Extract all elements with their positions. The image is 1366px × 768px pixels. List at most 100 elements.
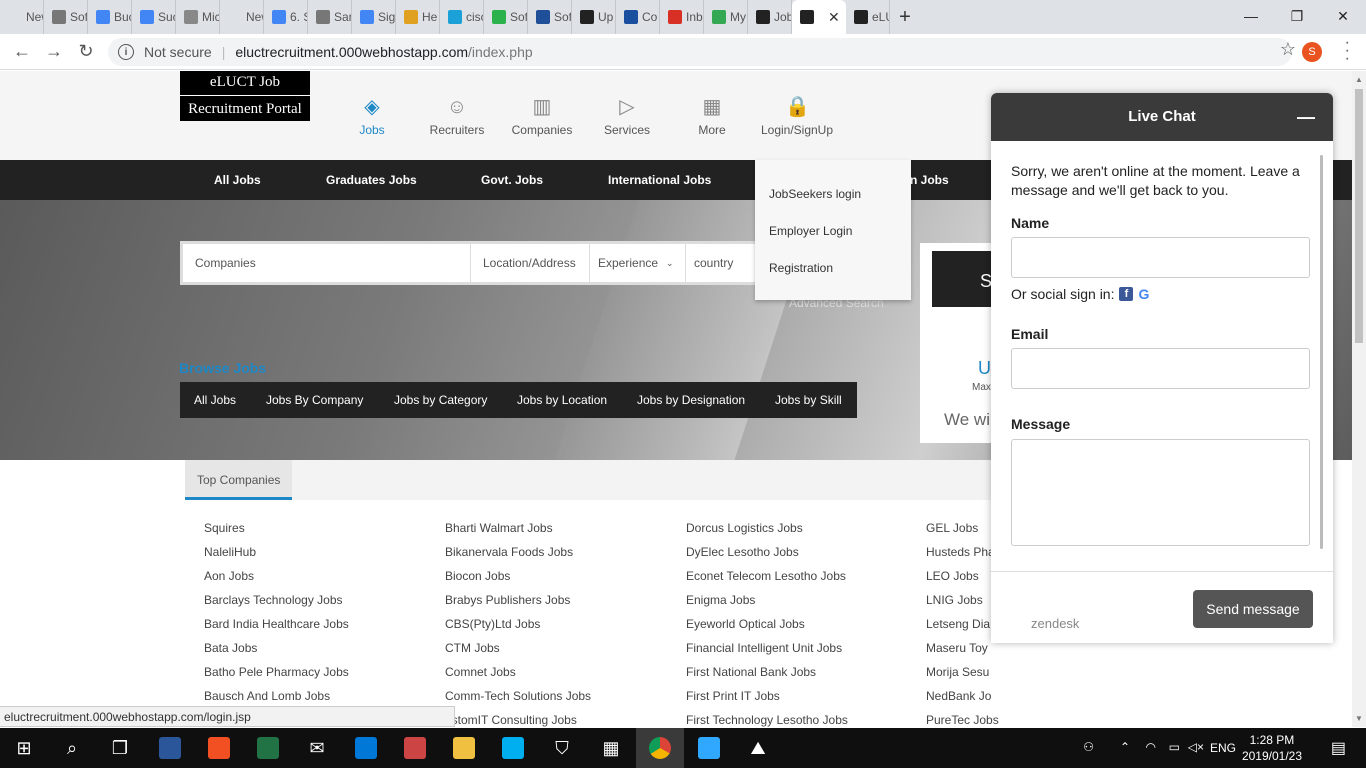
experience-select[interactable]: Experience ⌄ [590, 244, 686, 282]
reload-button[interactable]: ↻ [70, 36, 102, 68]
bookmark-star-icon[interactable]: ☆ [1280, 39, 1296, 60]
tab-top-companies[interactable]: Top Companies [185, 460, 292, 500]
zendesk-brand[interactable]: zendesk [1031, 616, 1079, 631]
taskbar-chrome-button[interactable] [636, 728, 684, 768]
browser-tab[interactable]: Suc [132, 0, 176, 34]
taskbar-photos-button[interactable]: ⛰ [734, 728, 782, 768]
company-link[interactable]: Morija Sesu [926, 660, 999, 684]
category-link[interactable]: Govt. Jobs [481, 173, 543, 187]
company-link[interactable]: First Technology Lesotho Jobs [686, 708, 848, 727]
back-button[interactable]: ← [6, 36, 38, 68]
browser-tab[interactable]: New Ta [220, 0, 264, 34]
taskbar-task-view-button[interactable]: ❐ [96, 728, 144, 768]
taskbar-explorer-button[interactable] [440, 728, 488, 768]
facebook-icon[interactable]: f [1119, 287, 1134, 301]
browser-tab[interactable]: Co [616, 0, 660, 34]
browser-tab[interactable]: Inb [660, 0, 704, 34]
close-window-button[interactable]: ✕ [1320, 0, 1366, 32]
company-link[interactable]: GEL Jobs [926, 516, 999, 540]
browse-tab[interactable]: Jobs by Category [394, 393, 487, 407]
company-link[interactable]: NedBank Jo [926, 684, 999, 708]
header-nav-item[interactable]: ▥ Companies [497, 95, 587, 137]
info-icon[interactable]: i [118, 44, 134, 60]
browse-tab[interactable]: Jobs By Company [266, 393, 363, 407]
browser-tab[interactable]: Job [748, 0, 792, 34]
company-link[interactable]: Comnet Jobs [445, 660, 591, 684]
header-nav-item[interactable]: ▷ Services [582, 95, 672, 137]
browser-tab[interactable]: Up [572, 0, 616, 34]
browse-tab[interactable]: Jobs by Location [517, 393, 607, 407]
forward-button[interactable]: → [38, 36, 70, 68]
browser-tab[interactable]: eLU [846, 0, 890, 34]
company-link[interactable]: NaleliHub [204, 540, 349, 564]
country-input[interactable]: country [686, 244, 756, 282]
browser-tab[interactable]: 6. S [264, 0, 308, 34]
scroll-down-icon[interactable]: ▼ [1355, 714, 1363, 723]
scroll-up-icon[interactable]: ▲ [1355, 75, 1363, 84]
location-input[interactable]: Location/Address [471, 244, 590, 282]
company-link[interactable]: Bard India Healthcare Jobs [204, 612, 349, 636]
new-tab-button[interactable]: + [890, 0, 920, 34]
browse-tab[interactable]: Jobs by Skill [775, 393, 842, 407]
name-field[interactable] [1011, 237, 1310, 278]
minimize-button[interactable]: — [1228, 0, 1274, 32]
taskbar-excel-button[interactable] [244, 728, 292, 768]
action-center-icon[interactable]: ▤ [1331, 738, 1346, 758]
company-link[interactable]: Enigma Jobs [686, 588, 848, 612]
browser-tab[interactable]: ✕ [792, 0, 846, 34]
browser-tab[interactable]: Buc [88, 0, 132, 34]
company-link[interactable]: CTM Jobs [445, 636, 591, 660]
volume-icon[interactable]: ◁× [1188, 740, 1204, 754]
email-field[interactable] [1011, 348, 1310, 389]
browser-tab[interactable]: My [704, 0, 748, 34]
company-link[interactable]: DyElec Lesotho Jobs [686, 540, 848, 564]
company-link[interactable]: Squires [204, 516, 349, 540]
people-icon[interactable]: ⚇ [1083, 740, 1094, 754]
company-link[interactable]: Husteds Pha [926, 540, 999, 564]
tab-close-icon[interactable]: ✕ [828, 9, 840, 26]
taskbar-word-button[interactable] [146, 728, 194, 768]
taskbar-photoshop-button[interactable] [685, 728, 733, 768]
company-link[interactable]: First Print IT Jobs [686, 684, 848, 708]
browse-tab[interactable]: Jobs by Designation [637, 393, 745, 407]
chevron-up-icon[interactable]: ⌃ [1120, 740, 1130, 754]
page-scrollbar[interactable]: ▲ ▼ [1352, 71, 1366, 727]
company-link[interactable]: Bikanervala Foods Jobs [445, 540, 591, 564]
taskbar-paint-button[interactable] [391, 728, 439, 768]
company-link[interactable]: Barclays Technology Jobs [204, 588, 349, 612]
clock[interactable]: 1:28 PM 2019/01/23 [1242, 732, 1302, 764]
company-link[interactable]: Brabys Publishers Jobs [445, 588, 591, 612]
dropdown-item[interactable]: JobSeekers login [769, 187, 861, 201]
browser-tab[interactable]: Sof [484, 0, 528, 34]
category-link[interactable]: International Jobs [608, 173, 711, 187]
wifi-icon[interactable]: ◠ [1146, 740, 1156, 754]
taskbar-mail-button[interactable]: ✉ [293, 728, 341, 768]
google-icon[interactable]: G [1138, 286, 1149, 302]
company-link[interactable]: PureTec Jobs [926, 708, 999, 727]
taskbar-calculator-button[interactable]: ▦ [587, 728, 635, 768]
company-link[interactable]: LEO Jobs [926, 564, 999, 588]
browser-tab[interactable]: Sof [44, 0, 88, 34]
company-link[interactable]: Econet Telecom Lesotho Jobs [686, 564, 848, 588]
company-link[interactable]: Eyeworld Optical Jobs [686, 612, 848, 636]
company-link[interactable]: Bausch And Lomb Jobs [204, 684, 349, 708]
category-link[interactable]: All Jobs [214, 173, 261, 187]
browser-tab[interactable]: cisc [440, 0, 484, 34]
company-link[interactable]: CBS(Pty)Ltd Jobs [445, 612, 591, 636]
company-link[interactable]: Comm-Tech Solutions Jobs [445, 684, 591, 708]
taskbar-search-button[interactable]: ⌕ [48, 728, 96, 768]
company-link[interactable]: Bata Jobs [204, 636, 349, 660]
send-message-button[interactable]: Send message [1193, 590, 1313, 628]
company-link[interactable]: First National Bank Jobs [686, 660, 848, 684]
chat-minimize-button[interactable]: — [1297, 93, 1315, 141]
company-link[interactable]: ustomIT Consulting Jobs [445, 708, 591, 727]
language-indicator[interactable]: ENG [1210, 741, 1236, 755]
chat-scrollbar[interactable] [1320, 155, 1323, 549]
dropdown-item[interactable]: Registration [769, 261, 833, 275]
header-nav-item[interactable]: 🔒 Login/SignUp [752, 95, 842, 137]
header-nav-item[interactable]: ▦ More [667, 95, 757, 137]
chrome-menu-icon[interactable]: · · · [1345, 35, 1350, 67]
maximize-button[interactable]: ❐ [1274, 0, 1320, 32]
company-link[interactable]: Maseru Toy [926, 636, 999, 660]
company-link[interactable]: Biocon Jobs [445, 564, 591, 588]
